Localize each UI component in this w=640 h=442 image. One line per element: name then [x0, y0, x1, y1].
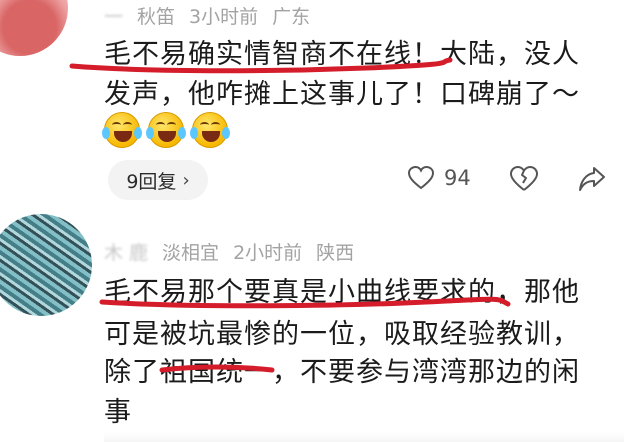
location: 广东: [272, 6, 311, 28]
next-comment-peek: [104, 432, 624, 442]
comment-meta: 木 鹿淡相宜 2小时前 陕西: [104, 238, 368, 265]
comment-meta: 一秋笛 3小时前 广东: [104, 2, 324, 29]
emoji-row: [102, 112, 230, 148]
view-replies-button[interactable]: 9回复 ›: [108, 160, 208, 200]
laugh-cry-emoji-icon: [190, 112, 230, 148]
username-blurred: 木 鹿: [104, 242, 149, 264]
username-blurred: 一: [104, 6, 124, 28]
avatar[interactable]: [0, 0, 68, 56]
comment-text-line: 发声，他咋摊上这事儿了！口碑崩了～: [104, 79, 580, 110]
replies-label: 9回复: [126, 170, 177, 193]
heart-icon[interactable]: [408, 166, 434, 190]
comment-text-line: 毛不易确实情智商不在线！大陆，没人: [104, 39, 580, 70]
avatar[interactable]: [0, 214, 92, 316]
location: 陕西: [316, 242, 355, 264]
chevron-right-icon: ›: [182, 169, 190, 191]
laugh-cry-emoji-icon: [146, 112, 186, 148]
laugh-cry-emoji-icon: [102, 112, 142, 148]
broken-heart-icon[interactable]: [510, 166, 538, 192]
timestamp: 3小时前: [189, 6, 259, 28]
comment-text-line: 毛不易那个要真是小曲线要求的，那他: [104, 277, 580, 308]
comment-text-line: 除了祖国统一，不要参与湾湾那边的闲: [104, 357, 580, 388]
comment-text-line: 事: [104, 397, 132, 428]
comment-text-line: 可是被坑最惨的一位，吸取经验教训，: [104, 319, 580, 350]
timestamp: 2小时前: [233, 242, 303, 264]
username[interactable]: 淡相宜: [162, 242, 219, 264]
like-action[interactable]: 94: [408, 166, 471, 190]
share-icon[interactable]: [578, 166, 606, 192]
like-count: 94: [444, 166, 471, 190]
username[interactable]: 秋笛: [137, 6, 175, 28]
